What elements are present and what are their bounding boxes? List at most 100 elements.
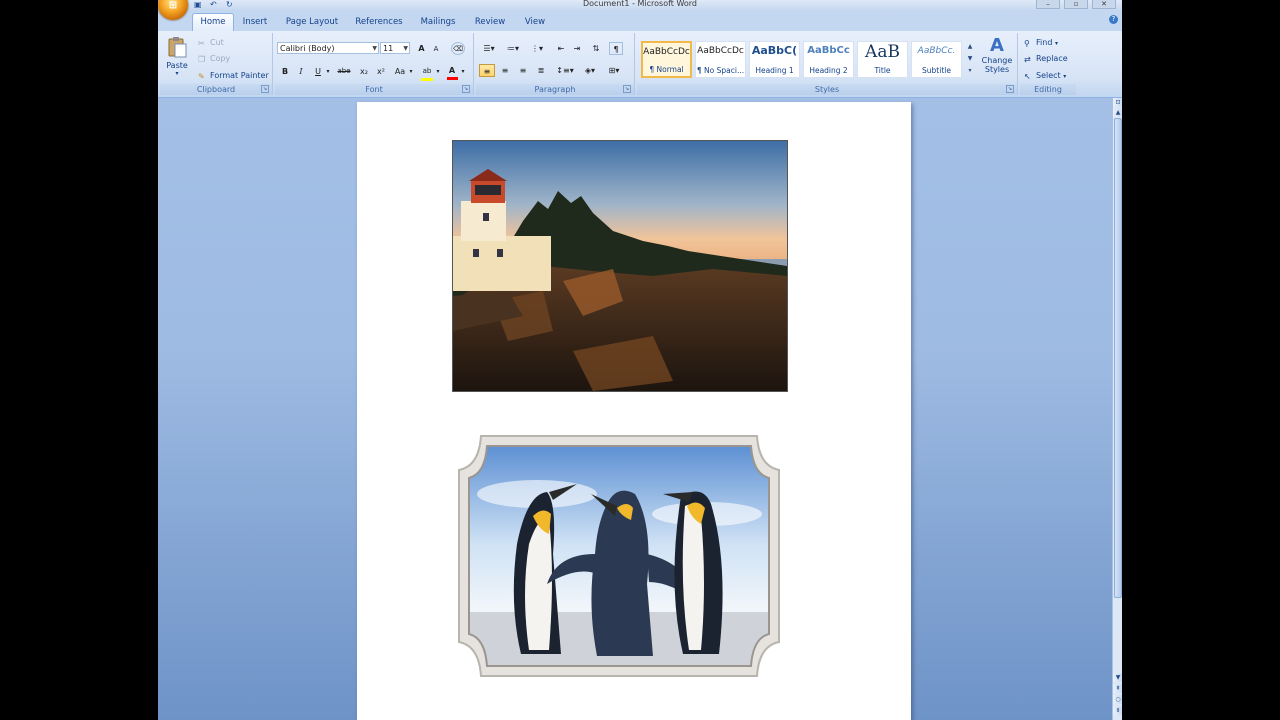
font-launcher-icon[interactable]: ↘ [462,85,470,93]
font-group-label: Font [275,84,473,95]
justify-icon[interactable]: ≣ [533,64,549,77]
find-button[interactable]: ⚲ Find ▾ [1024,38,1058,48]
grow-font-button[interactable]: A [415,42,428,55]
tab-view[interactable]: View [520,14,550,31]
close-button[interactable]: ✕ [1092,0,1116,9]
bold-button[interactable]: B [279,65,291,78]
style-heading-1[interactable]: AaBbC( Heading 1 [749,41,800,78]
help-icon[interactable]: ? [1109,15,1118,24]
paragraph-launcher-icon[interactable]: ↘ [623,85,631,93]
superscript-button[interactable]: x² [374,65,388,78]
penguins-picture[interactable] [457,434,781,678]
next-page-icon[interactable]: ⇟ [1113,706,1122,715]
change-case-button[interactable]: Aa [392,65,408,78]
format-painter-label: Format Painter [210,71,269,80]
select-browse-object-icon[interactable]: ○ [1113,695,1122,704]
style-name: Subtitle [922,66,951,75]
numbering-icon[interactable]: ≔▾ [503,42,523,55]
select-label: Select [1036,71,1061,80]
underline-button[interactable]: U [312,65,324,78]
align-left-icon[interactable]: ≡ [479,64,495,77]
borders-icon[interactable]: ⊞▾ [604,64,624,77]
paragraph-group: ☰▾ ≔▾ ⋮▾ ⇤ ⇥ ⇅ ¶ ≡ ≡ ≡ ≣ ↕≡▾ ◈▾ ⊞▾ Parag… [476,33,635,95]
shrink-font-button[interactable]: A [430,43,442,56]
editing-group-label: Editing [1020,84,1076,95]
tab-references[interactable]: References [352,14,406,31]
decrease-indent-icon[interactable]: ⇤ [554,42,568,55]
window-title: Document1 - Microsoft Word [582,0,698,8]
multilevel-list-icon[interactable]: ⋮▾ [527,42,547,55]
previous-page-icon[interactable]: ⇞ [1113,684,1122,693]
paintbrush-icon: ✎ [198,72,205,81]
style-no-spacing[interactable]: AaBbCcDc ¶ No Spaci... [695,41,746,78]
paste-button[interactable]: Paste ▾ [164,36,190,80]
style-title[interactable]: AaB Title [857,41,908,78]
styles-launcher-icon[interactable]: ↘ [1006,85,1014,93]
font-name-value: Calibri (Body) [280,44,335,53]
scroll-down-icon[interactable]: ▼ [1113,673,1122,682]
copy-icon: ❐ [198,55,206,64]
shading-icon[interactable]: ◈▾ [580,64,600,77]
underline-dropdown-icon[interactable]: ▾ [325,65,331,78]
increase-indent-icon[interactable]: ⇥ [570,42,584,55]
font-size-combo[interactable]: 11 ▼ [380,42,410,54]
editing-group: ⚲ Find ▾ ⇄ Replace ↖ Select ▾ Editing [1020,33,1076,95]
font-name-combo[interactable]: Calibri (Body) ▼ [277,42,379,54]
font-color-icon: A [446,66,458,80]
highlight-dropdown-icon[interactable]: ▾ [435,65,441,78]
replace-button[interactable]: ⇄ Replace [1024,54,1068,64]
strikethrough-button[interactable]: abe [335,65,353,78]
tab-home[interactable]: Home [192,13,234,31]
font-group: Calibri (Body) ▼ 11 ▼ A A ⌫ B I U ▾ abe x₂… [275,33,474,95]
cut-button[interactable]: ✂ Cut [198,38,224,48]
font-color-button[interactable]: A [445,64,459,80]
penguins-image [458,435,780,677]
scroll-down-icon[interactable]: ▼ [965,53,975,65]
style-sample: AaBbCc. [917,46,956,56]
change-case-dropdown-icon[interactable]: ▾ [408,65,414,78]
scroll-thumb[interactable] [1114,118,1122,598]
style-normal[interactable]: AaBbCcDc ¶ Normal [641,41,692,78]
cursor-icon: ↖ [1024,72,1031,81]
lighthouse-picture[interactable] [452,140,788,392]
style-subtitle[interactable]: AaBbCc. Subtitle [911,41,962,78]
scroll-up-icon[interactable]: ▲ [965,41,975,53]
style-heading-2[interactable]: AaBbCc Heading 2 [803,41,854,78]
style-name: ¶ No Spaci... [696,66,745,75]
scroll-up-icon[interactable]: ▲ [1113,108,1122,117]
styles-group: AaBbCcDc ¶ Normal AaBbCcDc ¶ No Spaci...… [637,33,1018,95]
ribbon-tabs: Home Insert Page Layout References Maili… [158,10,1122,31]
format-painter-button[interactable]: ✎ Format Painter [198,71,269,81]
window-controls: – ▫ ✕ [1036,0,1116,9]
italic-button[interactable]: I [295,65,307,78]
font-color-dropdown-icon[interactable]: ▾ [460,65,466,78]
styles-gallery-scroll[interactable]: ▲ ▼ ▾ [965,41,975,78]
copy-button[interactable]: ❐ Copy [198,54,230,64]
binoculars-icon: ⚲ [1024,39,1030,48]
tab-page-layout[interactable]: Page Layout [284,14,340,31]
highlight-button[interactable]: ab [420,64,434,81]
show-formatting-button[interactable]: ¶ [609,42,623,55]
clipboard-launcher-icon[interactable]: ↘ [261,85,269,93]
chevron-down-icon: ▼ [372,45,377,52]
subscript-button[interactable]: x₂ [357,65,371,78]
align-right-icon[interactable]: ≡ [515,64,531,77]
line-spacing-icon[interactable]: ↕≡▾ [554,64,576,77]
vertical-scrollbar[interactable]: ⊡ ▲ ▼ ⇞ ○ ⇟ [1112,98,1122,720]
sort-icon[interactable]: ⇅ [589,42,603,55]
select-button[interactable]: ↖ Select ▾ [1024,71,1066,81]
replace-label: Replace [1036,54,1068,63]
paste-dropdown-icon: ▾ [175,70,179,77]
tab-insert[interactable]: Insert [238,14,272,31]
change-styles-button[interactable]: A Change Styles [979,36,1015,75]
ruler-toggle-icon[interactable]: ⊡ [1113,98,1122,107]
align-center-icon[interactable]: ≡ [497,64,513,77]
tab-review[interactable]: Review [472,14,508,31]
clear-formatting-icon[interactable]: ⌫ [451,42,465,55]
minimize-button[interactable]: – [1036,0,1060,9]
bullets-icon[interactable]: ☰▾ [479,42,499,55]
document-page[interactable] [357,102,911,720]
maximize-button[interactable]: ▫ [1064,0,1088,9]
tab-mailings[interactable]: Mailings [418,14,458,31]
more-styles-icon[interactable]: ▾ [965,65,975,77]
